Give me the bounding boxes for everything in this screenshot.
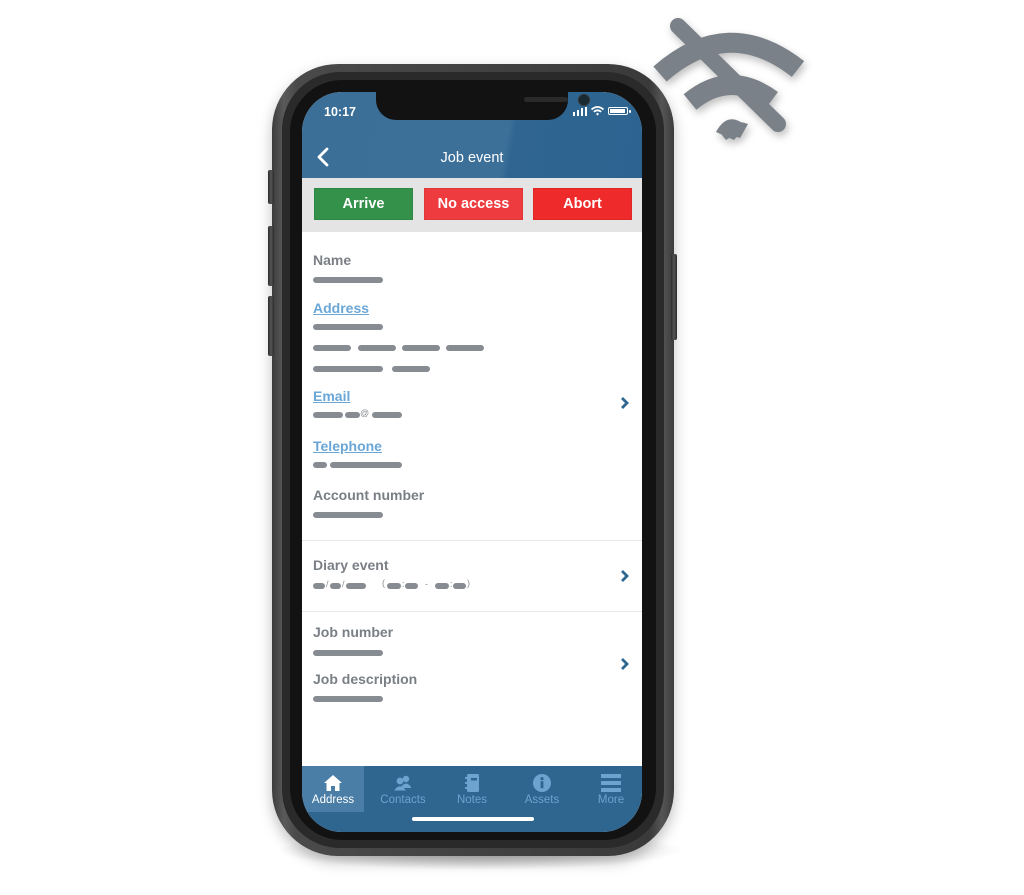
- menu-icon: [601, 774, 621, 792]
- time-colon: :: [402, 579, 405, 589]
- tab-address[interactable]: Address: [302, 766, 364, 812]
- diary-event-row[interactable]: Diary event / / ( : - : ): [302, 541, 642, 611]
- address-line-placeholder: [313, 345, 351, 351]
- speaker: [524, 97, 568, 102]
- notch: [376, 92, 590, 120]
- silent-switch: [268, 170, 274, 204]
- cellular-signal-icon: [572, 106, 587, 116]
- tab-more[interactable]: More: [580, 766, 642, 812]
- abort-button[interactable]: Abort: [533, 188, 632, 220]
- address-line-placeholder: [392, 366, 430, 372]
- time-close-paren: ): [467, 578, 470, 588]
- job-description-placeholder: [313, 696, 383, 702]
- diary-time-placeholder: [453, 583, 466, 589]
- tab-label: Notes: [456, 794, 488, 806]
- telephone-value-placeholder: [330, 462, 402, 468]
- info-icon: [533, 774, 551, 792]
- notebook-icon: [465, 774, 479, 792]
- tab-label: More: [597, 794, 625, 806]
- chevron-right-icon: [621, 570, 629, 582]
- power-button: [671, 254, 677, 340]
- diary-date-placeholder: [330, 583, 341, 589]
- bottom-tab-bar: Address Contacts Notes Assets More: [302, 766, 642, 832]
- volume-up-button: [268, 226, 274, 286]
- home-icon: [324, 775, 342, 791]
- front-camera: [578, 94, 590, 106]
- contacts-icon: [394, 775, 411, 791]
- action-bar: Arrive No access Abort: [302, 178, 642, 232]
- address-link[interactable]: Address: [313, 300, 369, 316]
- email-value-placeholder: [313, 412, 343, 418]
- email-link[interactable]: Email: [313, 388, 350, 404]
- address-line-placeholder: [402, 345, 440, 351]
- tab-contacts[interactable]: Contacts: [372, 766, 434, 812]
- diary-date-placeholder: [313, 583, 325, 589]
- job-info-chevron[interactable]: [618, 655, 632, 673]
- diary-event-label: Diary event: [313, 557, 389, 573]
- status-icons: [572, 106, 631, 116]
- chevron-right-icon: [621, 397, 629, 409]
- name-value-placeholder: [313, 277, 383, 283]
- address-line-placeholder: [358, 345, 396, 351]
- date-separator: /: [342, 579, 345, 589]
- account-number-label: Account number: [313, 487, 425, 503]
- tab-label: Contacts: [380, 794, 426, 806]
- home-indicator[interactable]: [412, 817, 534, 821]
- status-time: 10:17: [324, 105, 356, 119]
- date-separator: /: [326, 579, 329, 589]
- email-at-symbol: @: [360, 408, 370, 418]
- tab-label: Assets: [524, 794, 560, 806]
- job-number-placeholder: [313, 650, 383, 656]
- time-dash: -: [425, 579, 428, 589]
- app-header: 10:17 Job event: [302, 92, 642, 178]
- chevron-right-icon: [621, 658, 629, 670]
- email-chevron-button[interactable]: [618, 394, 632, 412]
- job-description-label: Job description: [313, 671, 418, 687]
- diary-time-placeholder: [435, 583, 449, 589]
- time-open-paren: (: [382, 578, 385, 588]
- email-value-placeholder: [372, 412, 402, 418]
- address-line-placeholder: [313, 366, 383, 372]
- tab-notes[interactable]: Notes: [441, 766, 503, 812]
- address-line-placeholder: [446, 345, 484, 351]
- telephone-link[interactable]: Telephone: [313, 438, 382, 454]
- job-details: Name Address Email @ Telephone Account n…: [302, 232, 642, 766]
- time-colon: :: [450, 579, 453, 589]
- battery-icon: [608, 107, 631, 115]
- wifi-icon: [591, 106, 604, 116]
- page-title: Job event: [440, 150, 504, 166]
- diary-event-chevron[interactable]: [618, 567, 632, 585]
- email-value-placeholder: [345, 412, 360, 418]
- phone-screen: 10:17 Job event Arrive No access Abort N…: [302, 92, 642, 832]
- job-info-row[interactable]: Job number Job description: [302, 612, 642, 722]
- name-label: Name: [313, 252, 352, 268]
- arrive-button[interactable]: Arrive: [314, 188, 413, 220]
- job-number-label: Job number: [313, 624, 394, 640]
- volume-down-button: [268, 296, 274, 356]
- tab-assets[interactable]: Assets: [511, 766, 573, 812]
- tab-label: Address: [311, 794, 355, 806]
- address-line-placeholder: [313, 324, 383, 330]
- diary-time-placeholder: [387, 583, 401, 589]
- diary-time-placeholder: [405, 583, 418, 589]
- telephone-value-placeholder: [313, 462, 327, 468]
- account-number-placeholder: [313, 512, 383, 518]
- diary-date-placeholder: [346, 583, 366, 589]
- no-access-button[interactable]: No access: [424, 188, 523, 220]
